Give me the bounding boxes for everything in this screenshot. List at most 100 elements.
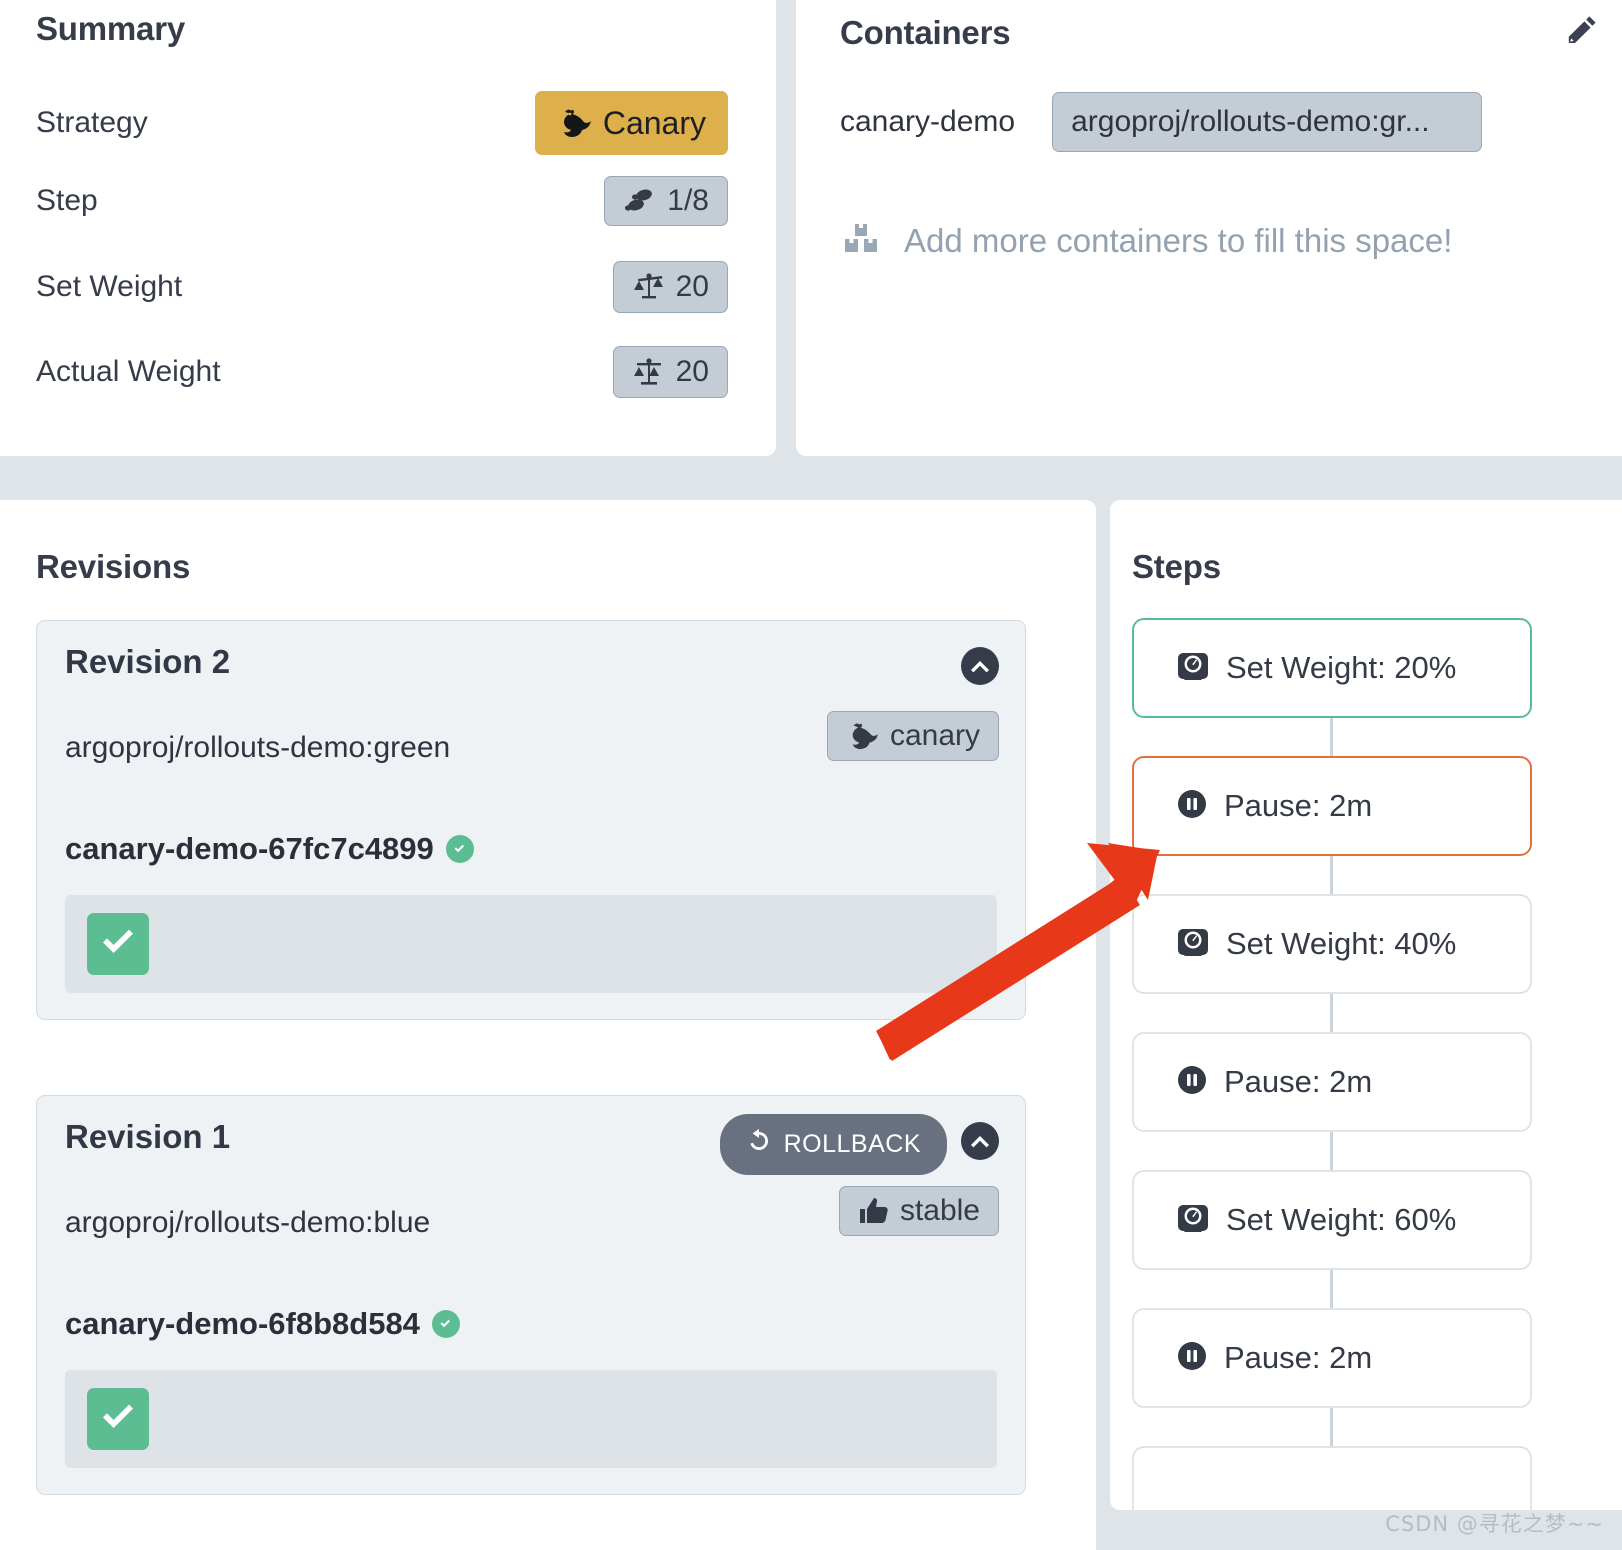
rollback-button-label: ROLLBACK <box>783 1130 921 1158</box>
summary-row-set-weight: Set Weight 20 <box>36 261 728 313</box>
step-connector <box>1330 1132 1333 1170</box>
dove-icon <box>557 108 593 138</box>
add-more-containers-hint: Add more containers to fill this space! <box>842 220 1452 261</box>
step-connector <box>1330 856 1333 894</box>
steps-list: Set Weight: 20% Pause: 2m Set Weight: 40… <box>1132 618 1532 1510</box>
revision-tag-label: stable <box>899 1194 980 1227</box>
step-label: Pause: 2m <box>1224 788 1373 823</box>
replicaset-name: canary-demo-67fc7c4899 <box>65 831 434 866</box>
step-item: Pause: 2m <box>1132 756 1532 894</box>
container-name: canary-demo <box>840 105 1016 138</box>
step-item: Set Weight: 40% <box>1132 894 1532 1032</box>
scales-icon <box>632 271 666 303</box>
summary-row-strategy: Strategy Canary <box>36 91 728 155</box>
containers-panel-title: Containers <box>840 14 1011 51</box>
dove-icon <box>846 722 880 750</box>
container-image-value[interactable]: argoproj/rollouts-demo:gr... <box>1052 92 1483 152</box>
replicaset-name-row: canary-demo-67fc7c4899 <box>65 831 474 867</box>
pods-strip <box>65 895 997 993</box>
summary-label-strategy: Strategy <box>36 106 148 139</box>
summary-row-actual-weight: Actual Weight 20 <box>36 346 728 398</box>
pod-healthy[interactable] <box>87 913 149 975</box>
step-connector <box>1330 994 1333 1032</box>
pause-icon <box>1176 1064 1208 1101</box>
revision-card-2: Revision 2 argoproj/rollouts-demo:green … <box>36 620 1026 1020</box>
step-connector <box>1330 1270 1333 1308</box>
summary-label-actual-weight: Actual Weight <box>36 355 221 388</box>
revision-image-row: argoproj/rollouts-demo:blue stable <box>37 1182 1025 1292</box>
step-label: Set Weight: 20% <box>1226 650 1457 685</box>
scales-icon <box>632 356 666 388</box>
steps-panel: Steps Set Weight: 20% Pause: 2m Set Weig… <box>1110 500 1622 1510</box>
step-badge[interactable]: 1/8 <box>604 176 728 226</box>
step-item: Set Weight: 60% <box>1132 1170 1532 1308</box>
chevron-up-icon[interactable] <box>961 647 999 685</box>
watermark: CSDN @寻花之梦~~ <box>1385 1512 1604 1536</box>
check-circle-icon <box>431 1310 460 1338</box>
revision-header: Revision 2 <box>37 621 1025 707</box>
summary-panel-title: Summary <box>36 10 186 47</box>
pause-icon <box>1176 788 1208 825</box>
revision-pod-row: canary-demo-67fc7c4899 <box>37 817 1025 895</box>
revision-tag-label: canary <box>889 719 980 752</box>
step-label: Pause: 2m <box>1224 1064 1373 1099</box>
weight-scale-icon <box>1176 649 1210 688</box>
revisions-panel-title: Revisions <box>36 548 191 585</box>
rollback-button[interactable]: ROLLBACK <box>719 1114 947 1175</box>
pencil-icon[interactable] <box>1564 14 1598 53</box>
step-set-weight-20[interactable]: Set Weight: 20% <box>1132 618 1532 718</box>
check-circle-icon <box>445 835 474 863</box>
revision-pod-row: canary-demo-6f8b8d584 <box>37 1292 1025 1370</box>
step-pause-2m-3[interactable]: Pause: 2m <box>1132 1308 1532 1408</box>
step-item <box>1132 1446 1532 1510</box>
step-connector <box>1330 718 1333 756</box>
step-label: Set Weight: 60% <box>1226 1202 1457 1237</box>
pod-healthy[interactable] <box>87 1388 149 1450</box>
containers-panel: Containers canary-demo argoproj/rollouts… <box>796 0 1622 456</box>
actual-weight-badge-label: 20 <box>675 355 709 388</box>
step-item: Pause: 2m <box>1132 1308 1532 1446</box>
thumbs-up-icon <box>858 1196 890 1226</box>
step-set-weight-40[interactable]: Set Weight: 40% <box>1132 894 1532 994</box>
step-set-weight-60[interactable]: Set Weight: 60% <box>1132 1170 1532 1270</box>
step-label: Pause: 2m <box>1224 1340 1373 1375</box>
strategy-badge-label: Canary <box>602 105 706 141</box>
replicaset-name: canary-demo-6f8b8d584 <box>65 1306 420 1341</box>
step-pause-2m-2[interactable]: Pause: 2m <box>1132 1032 1532 1132</box>
step-pause-2m-current[interactable]: Pause: 2m <box>1132 756 1532 856</box>
steps-panel-title: Steps <box>1132 548 1221 585</box>
chevron-up-icon[interactable] <box>961 1122 999 1160</box>
step-item: Set Weight: 20% <box>1132 618 1532 756</box>
undo-icon <box>746 1128 772 1161</box>
actual-weight-badge[interactable]: 20 <box>612 346 728 398</box>
revision-tag-canary[interactable]: canary <box>826 711 999 761</box>
step-next-clipped[interactable] <box>1132 1446 1532 1510</box>
step-label: Set Weight: 40% <box>1226 926 1457 961</box>
rollout-detail-page: Summary Strategy Canary Step 1/8 Set Wei… <box>0 0 1622 1550</box>
summary-label-step: Step <box>36 184 98 217</box>
container-row: canary-demo argoproj/rollouts-demo:gr... <box>840 92 1483 152</box>
replicaset-name-row: canary-demo-6f8b8d584 <box>65 1306 460 1342</box>
pause-icon <box>1176 1340 1208 1377</box>
revision-header: Revision 1 ROLLBACK <box>37 1096 1025 1182</box>
revisions-panel: Revisions Revision 2 argoproj/rollouts-d… <box>0 500 1096 1550</box>
revision-image: argoproj/rollouts-demo:blue <box>65 1206 431 1239</box>
summary-label-set-weight: Set Weight <box>36 270 183 303</box>
strategy-badge[interactable]: Canary <box>534 91 728 155</box>
step-item: Pause: 2m <box>1132 1032 1532 1170</box>
revision-title: Revision 1 <box>65 1118 231 1155</box>
step-badge-label: 1/8 <box>667 184 709 217</box>
revision-tag-stable[interactable]: stable <box>838 1186 999 1236</box>
step-connector <box>1330 1408 1333 1446</box>
weight-scale-icon <box>1176 925 1210 964</box>
boxes-icon <box>842 220 882 261</box>
pods-strip <box>65 1370 997 1468</box>
revision-image: argoproj/rollouts-demo:green <box>65 731 451 764</box>
revision-card-1: Revision 1 ROLLBACK argoproj/rollouts-de… <box>36 1095 1026 1495</box>
revision-title: Revision 2 <box>65 643 231 680</box>
set-weight-badge[interactable]: 20 <box>612 261 728 313</box>
add-more-containers-text: Add more containers to fill this space! <box>904 221 1453 259</box>
footsteps-icon <box>623 186 657 216</box>
weight-scale-icon <box>1176 1201 1210 1240</box>
summary-panel: Summary Strategy Canary Step 1/8 Set Wei… <box>0 0 776 456</box>
